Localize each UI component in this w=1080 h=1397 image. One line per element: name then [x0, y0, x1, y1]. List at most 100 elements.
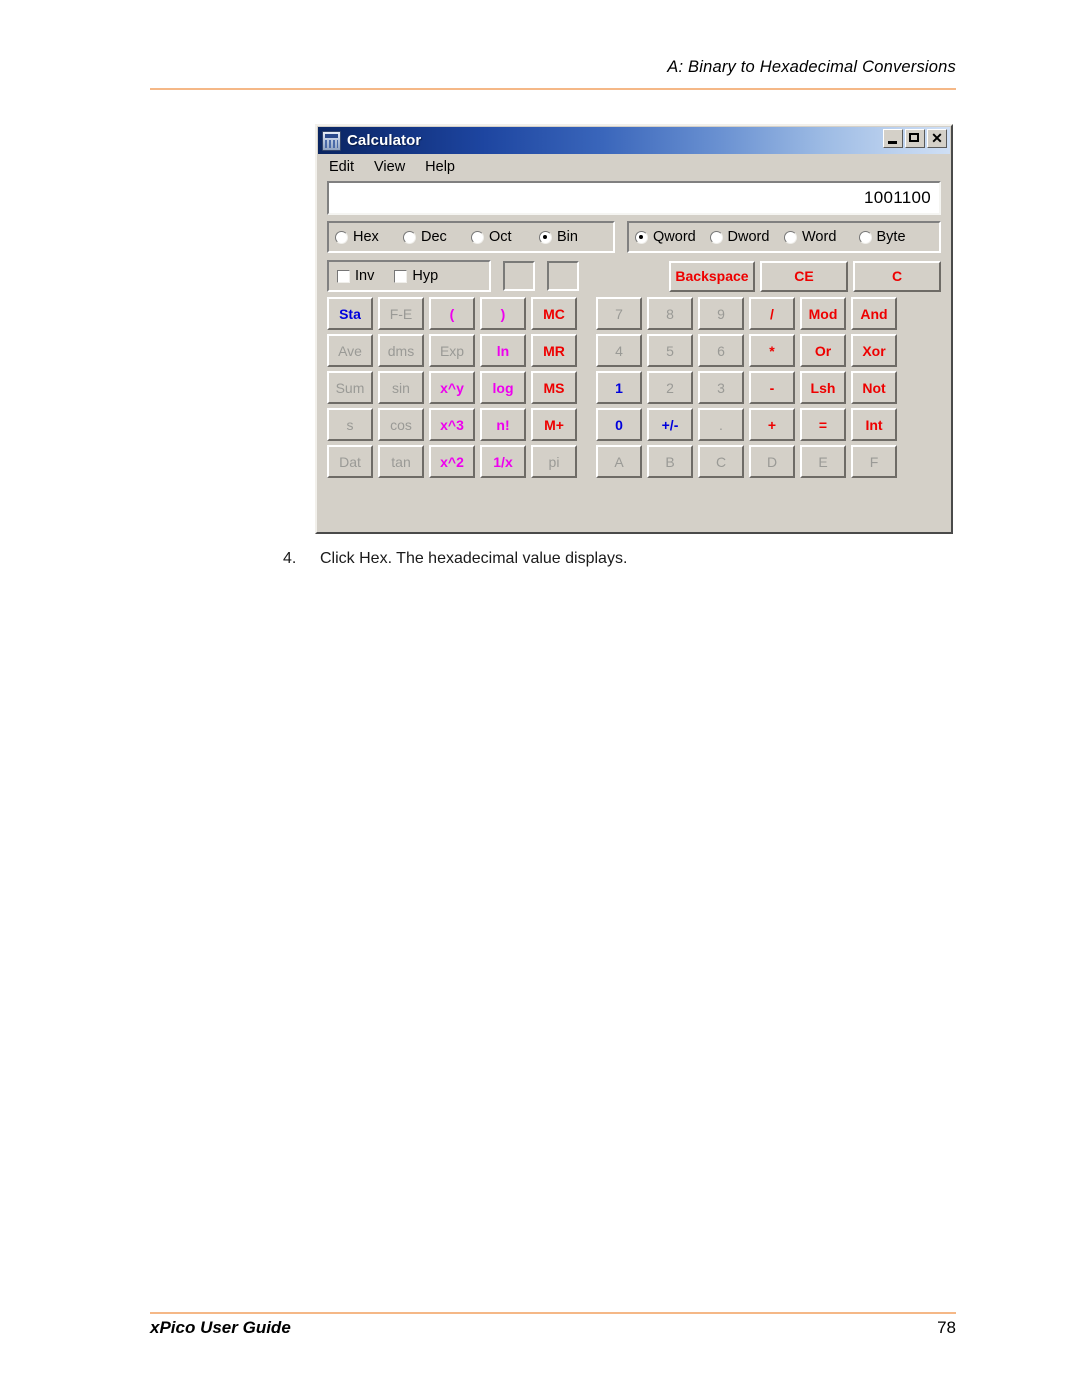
- keypad-button[interactable]: /: [749, 297, 795, 330]
- calculator-window: Calculator ✕ Edit View Help 1001100 Hex …: [315, 124, 953, 534]
- keypad-button: 9: [698, 297, 744, 330]
- keypad-button[interactable]: MR: [531, 334, 577, 367]
- keypad-button: Sum: [327, 371, 373, 404]
- window-titlebar[interactable]: Calculator ✕: [318, 127, 950, 154]
- window-controls: ✕: [883, 129, 947, 148]
- keypad-button[interactable]: 0: [596, 408, 642, 441]
- clear-button[interactable]: C: [853, 260, 941, 292]
- radio-dword[interactable]: Dword: [709, 229, 775, 245]
- radio-indicator: [539, 230, 552, 244]
- keypad-button[interactable]: Not: [851, 371, 897, 404]
- keypad-button: Exp: [429, 334, 475, 367]
- radio-label: Word: [802, 229, 837, 245]
- footer-divider: [150, 1312, 956, 1314]
- modifier-row: Inv Hyp Backspace CE C: [327, 259, 941, 293]
- indicator-box-2: [547, 261, 579, 291]
- keypad-button[interactable]: Mod: [800, 297, 846, 330]
- calculator-display[interactable]: 1001100: [327, 181, 941, 215]
- calculator-icon: [322, 130, 341, 151]
- radio-indicator: [709, 230, 723, 244]
- keypad-button[interactable]: MS: [531, 371, 577, 404]
- radio-indicator: [858, 230, 872, 244]
- keypad-button[interactable]: x^3: [429, 408, 475, 441]
- radio-qword[interactable]: Qword: [635, 229, 700, 245]
- keypad-button[interactable]: (: [429, 297, 475, 330]
- checkbox-indicator: [394, 269, 408, 283]
- step-item: 4. Click Hex. The hexadecimal value disp…: [283, 550, 627, 568]
- maximize-button[interactable]: [905, 129, 925, 148]
- radio-oct[interactable]: Oct: [471, 229, 529, 245]
- radio-byte[interactable]: Byte: [858, 229, 924, 245]
- radio-word[interactable]: Word: [784, 229, 849, 245]
- keypad-button[interactable]: Lsh: [800, 371, 846, 404]
- step-text: Click Hex. The hexadecimal value display…: [320, 550, 628, 567]
- radio-label: Qword: [653, 229, 696, 245]
- radio-label: Hex: [353, 229, 379, 245]
- page-header-title: A: Binary to Hexadecimal Conversions: [667, 58, 956, 76]
- word-size-group: Qword Dword Word Byte: [627, 221, 941, 253]
- checkbox-inv[interactable]: Inv: [337, 268, 374, 284]
- keypad-button[interactable]: x^y: [429, 371, 475, 404]
- keypad-button[interactable]: n!: [480, 408, 526, 441]
- keypad-button[interactable]: =: [800, 408, 846, 441]
- page-footer: xPico User Guide 78: [150, 1318, 956, 1338]
- radio-label: Byte: [876, 229, 906, 245]
- keypad-button: tan: [378, 445, 424, 478]
- backspace-button[interactable]: Backspace: [669, 260, 755, 292]
- keypad-button[interactable]: -: [749, 371, 795, 404]
- keypad-button[interactable]: Xor: [851, 334, 897, 367]
- keypad-button[interactable]: ): [480, 297, 526, 330]
- keypad-gap: [582, 371, 596, 404]
- menu-item-edit[interactable]: Edit: [327, 159, 356, 175]
- keypad-button[interactable]: 1/x: [480, 445, 526, 478]
- footer-document-title: xPico User Guide: [150, 1318, 291, 1337]
- keypad-row: Sum sin x^y log MS 1 2 3- Lsh Not: [327, 371, 941, 404]
- menu-item-view[interactable]: View: [372, 159, 407, 175]
- radio-hex[interactable]: Hex: [335, 229, 393, 245]
- window-title: Calculator: [347, 132, 422, 149]
- keypad-gap: [582, 297, 596, 330]
- keypad-button: Dat: [327, 445, 373, 478]
- keypad-button[interactable]: x^2: [429, 445, 475, 478]
- keypad-button: cos: [378, 408, 424, 441]
- keypad-button[interactable]: ln: [480, 334, 526, 367]
- page-header: A: Binary to Hexadecimal Conversions: [150, 58, 956, 77]
- keypad-button: 3: [698, 371, 744, 404]
- footer-page-number: 78: [937, 1318, 956, 1337]
- keypad-button: 2: [647, 371, 693, 404]
- keypad-button: B: [647, 445, 693, 478]
- clear-entry-button[interactable]: CE: [760, 260, 848, 292]
- keypad-button[interactable]: +: [749, 408, 795, 441]
- keypad-button[interactable]: log: [480, 371, 526, 404]
- minimize-button[interactable]: [883, 129, 903, 148]
- radio-indicator: [403, 230, 416, 244]
- close-icon: ✕: [931, 130, 943, 146]
- menu-item-help[interactable]: Help: [423, 159, 457, 175]
- radio-label: Dec: [421, 229, 447, 245]
- keypad-row: Dat tan x^2 1/x pi A B C D E F: [327, 445, 941, 478]
- keypad-button: D: [749, 445, 795, 478]
- indicator-box-1: [503, 261, 535, 291]
- keypad-button[interactable]: +/-: [647, 408, 693, 441]
- keypad-button[interactable]: And: [851, 297, 897, 330]
- keypad-button: 7: [596, 297, 642, 330]
- step-number: 4.: [283, 550, 297, 567]
- close-button[interactable]: ✕: [927, 129, 947, 148]
- keypad-button[interactable]: M+: [531, 408, 577, 441]
- keypad-button[interactable]: Or: [800, 334, 846, 367]
- keypad-button[interactable]: Int: [851, 408, 897, 441]
- number-base-group: Hex Dec Oct Bin: [327, 221, 615, 253]
- keypad-button[interactable]: 1: [596, 371, 642, 404]
- radio-dec[interactable]: Dec: [403, 229, 461, 245]
- keypad-button[interactable]: *: [749, 334, 795, 367]
- radio-bin[interactable]: Bin: [539, 229, 597, 245]
- keypad-button[interactable]: Sta: [327, 297, 373, 330]
- keypad-button: E: [800, 445, 846, 478]
- checkbox-hyp[interactable]: Hyp: [394, 268, 438, 284]
- modifier-group: Inv Hyp: [327, 260, 491, 292]
- keypad-button[interactable]: MC: [531, 297, 577, 330]
- keypad-button: s: [327, 408, 373, 441]
- display-value: 1001100: [863, 188, 931, 207]
- keypad-button: 5: [647, 334, 693, 367]
- calculator-keypad: Sta F-E() MC 7 8 9/Mod And Ave dms Exp ln MR 4 5 6 * Or X…: [327, 297, 941, 478]
